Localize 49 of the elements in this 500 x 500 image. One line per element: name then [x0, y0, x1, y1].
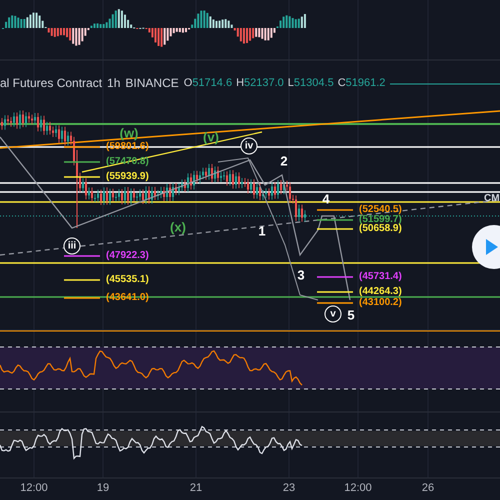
level-marker — [64, 279, 100, 281]
price-level-label: (51599.7) — [359, 215, 402, 225]
ohlc-value: 51304.5 — [294, 78, 334, 88]
price-level-label: (52540.5) — [359, 205, 402, 215]
axis-label: 19 — [96, 483, 110, 494]
level-marker — [317, 302, 353, 304]
level-marker — [64, 176, 100, 178]
price-level-label: (45731.4) — [359, 272, 402, 282]
level-marker — [317, 209, 353, 211]
axis-label: 21 — [190, 483, 202, 494]
ohlc-label: H — [236, 78, 244, 88]
ohlc-value: 52137.0 — [244, 78, 284, 88]
axis-label: 23 — [282, 483, 296, 494]
wave-label: 3 — [297, 268, 305, 282]
price-level-label: (43100.2) — [359, 298, 402, 308]
level-marker — [64, 146, 100, 148]
level-marker — [317, 219, 353, 221]
circled-wave-label: iii — [64, 238, 80, 254]
axis-label: 12:00 — [20, 483, 48, 494]
wave-label: 1 — [258, 224, 266, 238]
price-level-label: (47922.3) — [106, 251, 149, 261]
circled-wave-label: v — [324, 306, 342, 322]
price-level-label: (50658.9) — [359, 224, 402, 234]
level-marker — [64, 161, 100, 163]
exchange-label: BINANCE — [125, 77, 179, 89]
price-level-label: (55939.9) — [106, 172, 149, 182]
ohlc-label: C — [338, 78, 346, 88]
level-marker — [317, 276, 353, 278]
play-icon — [486, 239, 498, 255]
price-level-label: (44264.3) — [359, 287, 402, 297]
wave-label: (v) — [203, 130, 219, 144]
interval-label: 1h — [107, 77, 120, 89]
wave-label: 2 — [280, 154, 288, 168]
level-marker — [317, 291, 353, 293]
wave-label: (w) — [120, 126, 138, 140]
wave-label: (x) — [170, 220, 186, 234]
circled-wave-label: iv — [240, 138, 258, 154]
symbol-name: al Futures Contract — [0, 77, 102, 89]
level-marker — [317, 228, 353, 230]
level-marker — [64, 255, 100, 257]
price-level-label: (45535.1) — [106, 275, 149, 285]
ohlc-label: L — [288, 78, 294, 88]
ohlc-value: 51714.6 — [192, 78, 232, 88]
ohlc-label: O — [184, 78, 192, 88]
axis-label: 12:00 — [344, 483, 372, 494]
ohlc-value: 51961.2 — [346, 78, 386, 88]
axis-label: 26 — [422, 483, 434, 494]
level-marker — [64, 297, 100, 299]
wave-label: 5 — [347, 308, 355, 322]
